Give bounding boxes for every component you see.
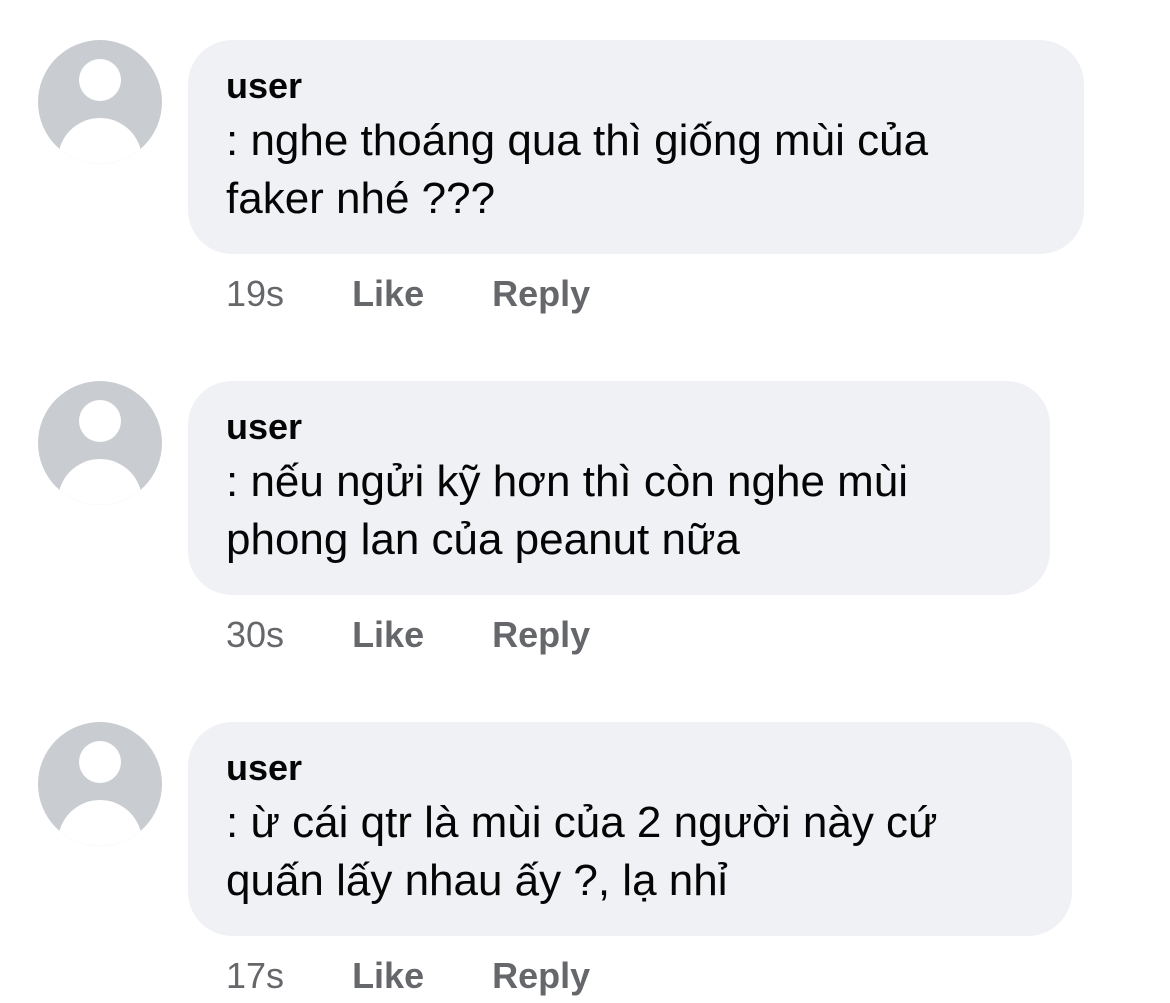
reply-button[interactable]: Reply [492,613,590,657]
comment-text: : nếu ngửi kỹ hơn thì còn nghe mùi phong… [226,457,909,564]
avatar-user-icon[interactable] [38,40,162,164]
comment-text: : ừ cái qtr là mùi của 2 người này cứ qu… [226,798,938,905]
comment-author[interactable]: user [226,746,1032,790]
comment-timestamp: 19s [226,273,285,314]
like-button[interactable]: Like [352,272,424,316]
comment-text: : nghe thoáng qua thì giống mùi của fake… [226,116,929,223]
comment-timestamp: 30s [226,614,285,655]
comment-bubble[interactable]: user : nghe thoáng qua thì giống mùi của… [188,40,1084,254]
reply-button[interactable]: Reply [492,272,590,316]
avatar-user-icon[interactable] [38,381,162,505]
comment-bubble[interactable]: user : nếu ngửi kỹ hơn thì còn nghe mùi … [188,381,1050,595]
avatar-body-shape [58,459,142,505]
like-button[interactable]: Like [352,613,424,657]
comment-author[interactable]: user [226,405,1010,449]
like-button[interactable]: Like [352,954,424,998]
avatar-user-icon[interactable] [38,722,162,846]
comment-timestamp: 17s [226,955,285,996]
comment-actions: 30s Like Reply [226,613,590,657]
comment-bubble[interactable]: user : ừ cái qtr là mùi của 2 người này … [188,722,1072,936]
comment-actions: 17s Like Reply [226,954,590,998]
reply-button[interactable]: Reply [492,954,590,998]
avatar-head-shape [79,741,121,783]
avatar-head-shape [79,59,121,101]
avatar-head-shape [79,400,121,442]
comment-actions: 19s Like Reply [226,272,590,316]
avatar-body-shape [58,800,142,846]
comment-author[interactable]: user [226,64,1044,108]
avatar-body-shape [58,118,142,164]
